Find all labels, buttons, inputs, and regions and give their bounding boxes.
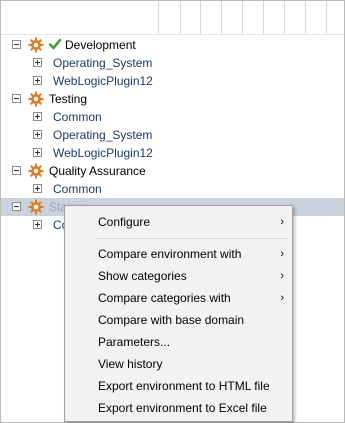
menu-item-label: Export environment to Excel file xyxy=(98,401,267,415)
expand-icon[interactable] xyxy=(33,130,42,139)
column-divider[interactable] xyxy=(305,1,306,34)
submenu-arrow-icon: › xyxy=(280,292,284,304)
column-divider[interactable] xyxy=(242,1,243,34)
menu-item-configure[interactable]: Configure › xyxy=(65,211,292,233)
tree-node-category[interactable]: Common xyxy=(1,108,344,126)
tree-node-environment[interactable]: Testing xyxy=(1,90,344,108)
menu-item-label: Compare categories with xyxy=(98,291,231,305)
tree-node-category[interactable]: Common xyxy=(1,180,344,198)
menu-item-label: Parameters... xyxy=(98,335,171,349)
menu-item-label: Export environment to HTML file xyxy=(98,379,270,393)
column-divider[interactable] xyxy=(284,1,285,34)
expand-icon[interactable] xyxy=(33,184,42,193)
menu-separator xyxy=(95,238,288,239)
tree-node-environment[interactable]: Development xyxy=(1,36,344,54)
menu-item-parameters[interactable]: Parameters... xyxy=(65,331,292,353)
tree-node-label: WebLogicPlugin12 xyxy=(53,74,153,88)
menu-item-view-history[interactable]: View history xyxy=(65,353,292,375)
column-divider[interactable] xyxy=(158,1,159,34)
gear-icon xyxy=(28,91,44,107)
column-divider[interactable] xyxy=(200,1,201,34)
tree-node-category[interactable]: Operating_System xyxy=(1,54,344,72)
gear-icon xyxy=(28,199,44,215)
tree-node-label: Operating_System xyxy=(53,128,153,142)
gear-icon xyxy=(28,37,44,53)
column-divider[interactable] xyxy=(180,1,181,34)
tree-node-label: Common xyxy=(53,182,102,196)
column-header xyxy=(1,1,344,35)
menu-item-label: Configure xyxy=(98,215,151,229)
tree-node-label: Development xyxy=(65,38,136,52)
expand-icon[interactable] xyxy=(33,220,42,229)
menu-item-compare-with-base-domain[interactable]: Compare with base domain xyxy=(65,309,292,331)
tree-node-label: WebLogicPlugin12 xyxy=(53,146,153,160)
menu-item-label: Compare with base domain xyxy=(98,313,245,327)
tree-node-category[interactable]: WebLogicPlugin12 xyxy=(1,144,344,162)
menu-item-label: View history xyxy=(98,357,163,371)
collapse-icon[interactable] xyxy=(12,202,21,211)
checkmark-icon xyxy=(48,37,62,51)
menu-item-compare-environment-with[interactable]: Compare environment with › xyxy=(65,243,292,265)
tree-node-environment[interactable]: Quality Assurance xyxy=(1,162,344,180)
tree-node-label: Operating_System xyxy=(53,56,153,70)
tree-node-label: Testing xyxy=(49,92,88,106)
collapse-icon[interactable] xyxy=(12,40,21,49)
expand-icon[interactable] xyxy=(33,58,42,67)
column-divider[interactable] xyxy=(326,1,327,34)
menu-item-export-environment-to-html-file[interactable]: Export environment to HTML file xyxy=(65,375,292,397)
menu-item-export-environment-to-excel-file[interactable]: Export environment to Excel file xyxy=(65,397,292,419)
tree-node-label: Common xyxy=(53,110,102,124)
menu-item-label: Compare environment with xyxy=(98,247,242,261)
tree-node-category[interactable]: WebLogicPlugin12 xyxy=(1,72,344,90)
tree-node-category[interactable]: Operating_System xyxy=(1,126,344,144)
menu-item-show-categories[interactable]: Show categories › xyxy=(65,265,292,287)
collapse-icon[interactable] xyxy=(12,166,21,175)
tree-node-label: Quality Assurance xyxy=(49,164,146,178)
menu-item-compare-categories-with[interactable]: Compare categories with › xyxy=(65,287,292,309)
column-divider[interactable] xyxy=(221,1,222,34)
submenu-arrow-icon: › xyxy=(280,270,284,282)
column-divider[interactable] xyxy=(263,1,264,34)
gear-icon xyxy=(28,163,44,179)
menu-item-label: Show categories xyxy=(98,269,187,283)
expand-icon[interactable] xyxy=(33,76,42,85)
collapse-icon[interactable] xyxy=(12,94,21,103)
expand-icon[interactable] xyxy=(33,148,42,157)
context-menu: Configure › Compare environment with › Show … xyxy=(64,205,293,422)
expand-icon[interactable] xyxy=(33,112,42,121)
submenu-arrow-icon: › xyxy=(280,216,284,228)
submenu-arrow-icon: › xyxy=(280,248,284,260)
